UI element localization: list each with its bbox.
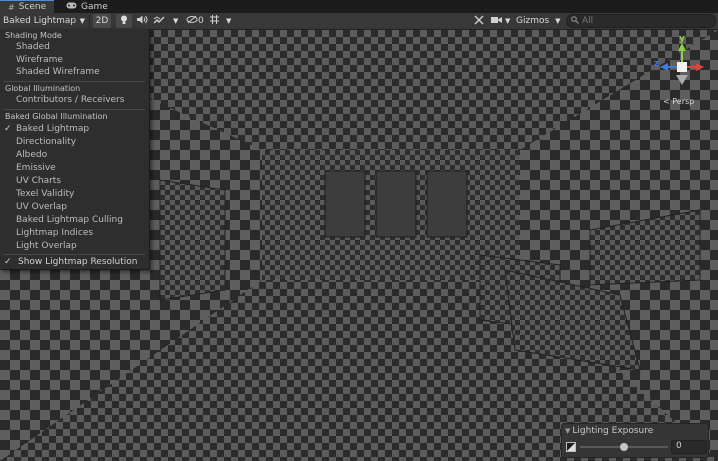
menu-divider xyxy=(4,81,145,82)
menu-item-texel-validity[interactable]: Texel Validity xyxy=(16,189,74,199)
search-field[interactable]: All xyxy=(566,14,716,28)
exposure-slider[interactable] xyxy=(580,443,668,451)
toggle-2d-label: 2D xyxy=(95,16,109,26)
window-right xyxy=(426,170,468,238)
menu-item-shaded[interactable]: Shaded xyxy=(16,42,50,52)
game-controller-icon xyxy=(66,2,77,12)
grid-icon xyxy=(209,14,220,28)
draw-mode-menu: Shading Mode Shaded Wireframe Shaded Wir… xyxy=(0,29,150,270)
tab-scene[interactable]: # Scene xyxy=(0,0,55,13)
menu-section-shading-mode: Shading Mode xyxy=(5,31,62,40)
menu-divider xyxy=(4,254,145,255)
axis-cube-icon xyxy=(660,43,704,85)
speaker-icon xyxy=(136,15,148,27)
menu-divider xyxy=(4,109,145,110)
tab-game-label: Game xyxy=(81,1,108,12)
slider-handle[interactable] xyxy=(620,443,628,451)
hidden-count: 0 xyxy=(198,16,204,26)
menu-item-shaded-wireframe[interactable]: Shaded Wireframe xyxy=(16,67,100,77)
menu-item-uv-overlap[interactable]: UV Overlap xyxy=(16,202,67,212)
left-furniture xyxy=(159,179,226,301)
overlay-header[interactable]: ▼ Lighting Exposure xyxy=(565,426,653,436)
camera-icon xyxy=(491,16,502,27)
effects-icon xyxy=(153,15,165,28)
scene-toolbar: Baked Lightmap ▼ 2D ▼ 0 ▼ ▼ Gizmos ▼ All xyxy=(0,13,718,30)
draw-mode-dropdown[interactable]: Baked Lightmap ▼ xyxy=(3,14,87,28)
eye-slash-icon xyxy=(186,15,198,27)
grid-dropdown[interactable]: ▼ xyxy=(209,14,237,28)
menu-item-baked-lightmap-culling[interactable]: Baked Lightmap Culling xyxy=(16,215,123,225)
gizmo-y-label: y xyxy=(679,34,685,44)
menu-item-albedo[interactable]: Albedo xyxy=(16,150,47,160)
menu-item-uv-charts[interactable]: UV Charts xyxy=(16,176,61,186)
toggle-2d-button[interactable]: 2D xyxy=(93,14,111,28)
exposure-value-field[interactable]: 0 xyxy=(671,440,707,454)
camera-dropdown[interactable]: ▼ xyxy=(491,14,513,28)
draw-mode-label: Baked Lightmap xyxy=(3,16,77,26)
menu-item-show-lightmap-resolution[interactable]: Show Lightmap Resolution xyxy=(18,257,138,267)
tools-button[interactable] xyxy=(471,14,487,28)
lighting-exposure-overlay: ▼ Lighting Exposure 0 xyxy=(561,423,709,458)
exposure-icon[interactable] xyxy=(566,442,576,455)
tools-icon xyxy=(474,15,484,28)
divider xyxy=(89,15,90,27)
search-placeholder: All xyxy=(582,16,594,26)
exposure-value: 0 xyxy=(676,441,682,451)
lighting-exposure-title: Lighting Exposure xyxy=(572,426,654,436)
hidden-objects-toggle[interactable]: 0 xyxy=(186,14,206,28)
projection-toggle[interactable]: < Persp xyxy=(663,97,694,106)
window-middle xyxy=(375,170,417,238)
menu-item-directionality[interactable]: Directionality xyxy=(16,137,76,147)
check-icon: ✓ xyxy=(4,257,12,267)
window-left xyxy=(324,170,366,238)
menu-section-global-illumination: Global Illumination xyxy=(5,84,81,93)
collapse-arrow-icon: ▼ xyxy=(565,427,571,435)
tab-scene-label: Scene xyxy=(18,2,47,12)
search-icon xyxy=(571,15,579,27)
dropdown-arrow-icon: ▼ xyxy=(226,17,232,25)
gizmo-z-label: z xyxy=(654,59,660,69)
tab-game[interactable]: Game xyxy=(58,0,116,13)
menu-item-lightmap-indices[interactable]: Lightmap Indices xyxy=(16,228,93,238)
gizmos-dropdown[interactable]: Gizmos ▼ xyxy=(516,14,561,28)
menu-item-wireframe[interactable]: Wireframe xyxy=(16,55,63,65)
menu-item-light-overlap[interactable]: Light Overlap xyxy=(16,241,77,251)
hash-icon: # xyxy=(8,2,15,12)
menu-section-baked-gi: Baked Global Illumination xyxy=(5,112,108,121)
scene-lighting-button[interactable] xyxy=(116,14,132,28)
effects-dropdown[interactable]: ▼ xyxy=(153,14,183,28)
dropdown-arrow-icon: ▼ xyxy=(555,17,561,25)
gizmos-label: Gizmos xyxy=(516,16,550,26)
dropdown-arrow-icon: ▼ xyxy=(505,17,511,25)
menu-item-baked-lightmap[interactable]: Baked Lightmap xyxy=(16,124,89,134)
audio-toggle-button[interactable] xyxy=(135,14,149,28)
menu-item-contributors-receivers[interactable]: Contributors / Receivers xyxy=(16,95,124,105)
menu-item-emissive[interactable]: Emissive xyxy=(16,163,56,173)
orientation-gizmo[interactable]: y z xyxy=(654,34,710,95)
dropdown-arrow-icon: ▼ xyxy=(173,17,179,25)
check-icon: ✓ xyxy=(4,124,12,134)
light-bulb-icon xyxy=(120,15,128,28)
tab-bar: # Scene Game xyxy=(0,0,718,14)
dropdown-arrow-icon: ▼ xyxy=(79,17,85,25)
